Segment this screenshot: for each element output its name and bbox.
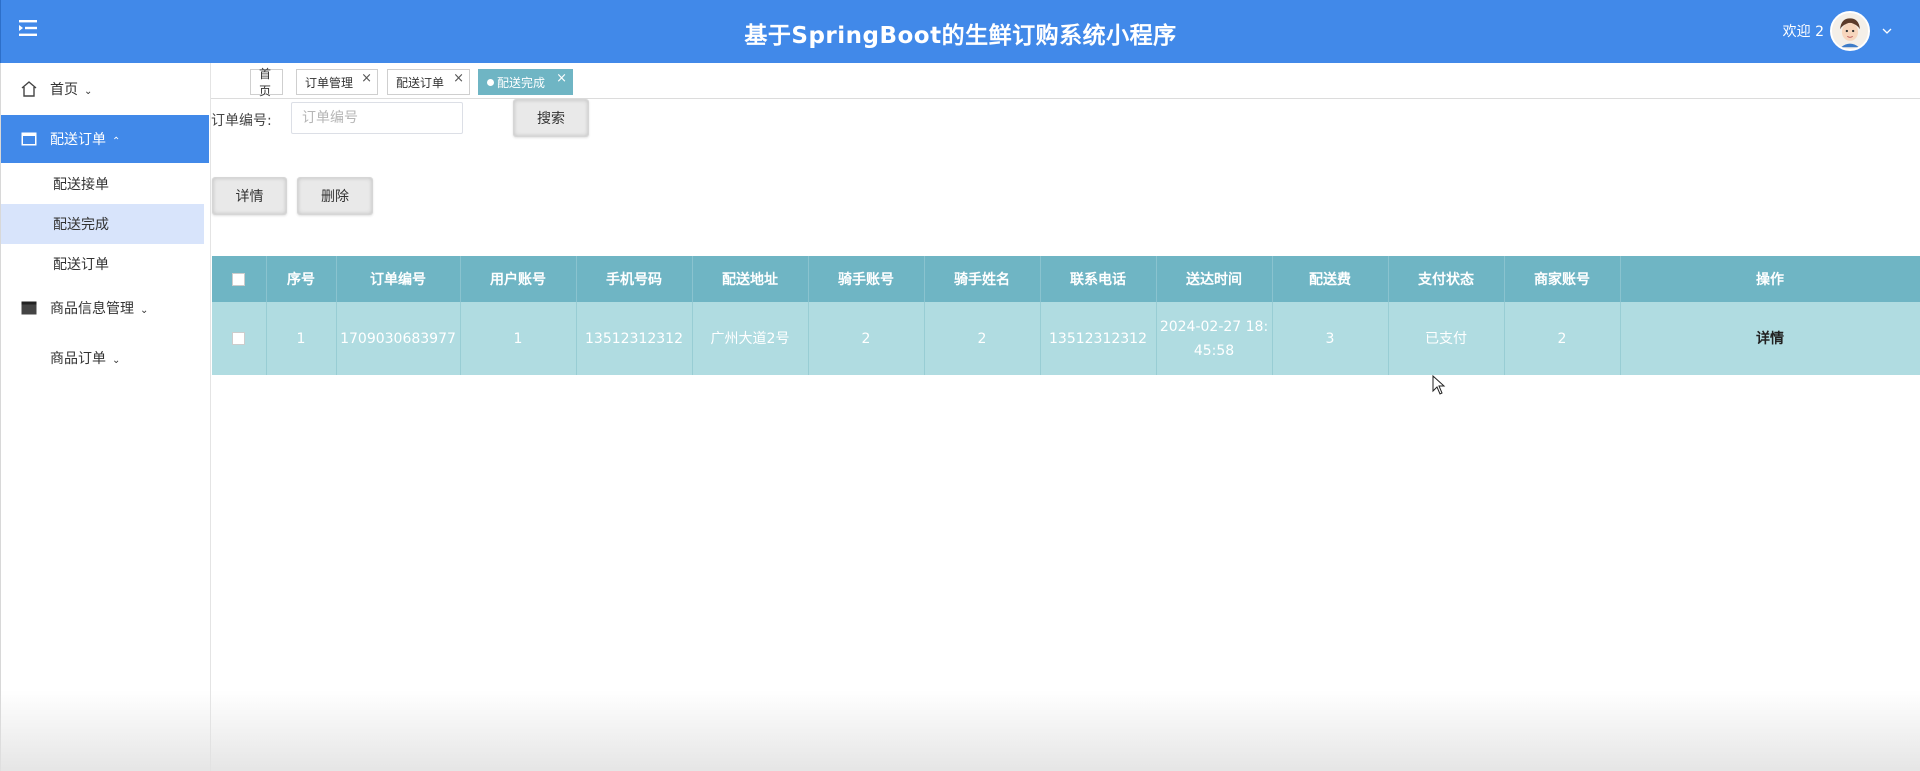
column-header[interactable]: 手机号码 (576, 256, 693, 302)
close-icon[interactable]: × (556, 71, 567, 86)
column-header[interactable]: 配送费 (1272, 256, 1389, 302)
column-header[interactable]: 支付状态 (1388, 256, 1505, 302)
tab-order-management[interactable]: 订单管理 × (296, 69, 378, 95)
column-header: 操作 (1620, 256, 1920, 302)
sidebar-item-home[interactable]: 首页 ⌄ (1, 65, 209, 113)
bottom-shadow (0, 690, 1920, 771)
cell-fee: 3 (1272, 302, 1389, 375)
sidebar-item-delivery-orders[interactable]: 配送订单 ⌃ (1, 115, 209, 163)
app-title: 基于SpringBoot的生鲜订购系统小程序 (744, 23, 1177, 49)
detail-link[interactable]: 详情 (1620, 302, 1920, 375)
sidebar: 首页 ⌄ 配送订单 ⌃ 配送接单 配送完成 配送订单 商品信息管理 ⌄ 商品订单 ⌄ (0, 63, 211, 771)
folder-icon (21, 301, 37, 315)
chevron-up-icon: ⌃ (112, 136, 121, 147)
sidebar-item-product-info[interactable]: 商品信息管理 ⌄ (1, 284, 209, 332)
column-header[interactable]: 商家账号 (1504, 256, 1621, 302)
chevron-down-icon: ⌄ (140, 305, 149, 316)
delivery-time-line1: 2024-02-27 18: (1159, 318, 1269, 335)
sidebar-item-product-orders[interactable]: 商品订单 ⌄ (1, 334, 209, 382)
column-header[interactable]: 订单编号 (336, 256, 461, 302)
cell-user: 1 (460, 302, 577, 375)
detail-button[interactable]: 详情 (212, 177, 287, 215)
delivery-time-line2: 45:58 (1193, 342, 1235, 359)
select-all-checkbox[interactable] (232, 272, 246, 286)
tab-bar: 首页 订单管理 × 配送订单 × 配送完成 × (211, 63, 1920, 99)
chevron-down-icon: ⌄ (112, 355, 121, 366)
tab-label: 首页 (259, 67, 272, 98)
search-button[interactable]: 搜索 (513, 99, 589, 137)
top-header: 基于SpringBoot的生鲜订购系统小程序 欢迎 2 (0, 0, 1920, 63)
column-header[interactable]: 骑手姓名 (924, 256, 1041, 302)
cell-index: 1 (266, 302, 337, 375)
tab-label: 配送订单 (396, 75, 445, 90)
table-header-row: 序号 订单编号 用户账号 手机号码 配送地址 骑手账号 骑手姓名 联系电话 送达… (212, 256, 1920, 302)
avatar[interactable] (1830, 11, 1870, 51)
tab-home[interactable]: 首页 (250, 67, 283, 98)
sidebar-subitem-completed[interactable]: 配送完成 (1, 204, 204, 244)
welcome-text: 欢迎 2 (1782, 24, 1824, 40)
sidebar-item-label: 首页 ⌄ (50, 82, 93, 98)
table-row[interactable]: 1 1709030683977 1 13512312312 广州大道2号 2 2… (212, 302, 1920, 375)
sidebar-item-label: 商品信息管理 ⌄ (50, 301, 149, 317)
home-icon (21, 81, 37, 97)
column-header[interactable]: 联系电话 (1040, 256, 1157, 302)
tab-label: 配送完成 (497, 75, 546, 90)
cell-rider-name: 2 (924, 302, 1041, 375)
sidebar-item-label: 配送订单 ⌃ (50, 132, 121, 148)
window-icon (21, 132, 37, 146)
user-menu[interactable]: 欢迎 2 (1783, 9, 1892, 53)
column-header[interactable]: 用户账号 (460, 256, 577, 302)
select-all-cell (212, 256, 267, 302)
tab-label: 订单管理 (305, 75, 354, 90)
tab-delivery-completed[interactable]: 配送完成 × (478, 69, 573, 95)
column-header[interactable]: 骑手账号 (808, 256, 925, 302)
mouse-cursor-icon (1432, 375, 1446, 395)
row-checkbox[interactable] (232, 332, 246, 345)
column-header[interactable]: 序号 (266, 256, 337, 302)
cell-phone: 13512312312 (576, 302, 693, 375)
active-dot-icon (487, 78, 494, 86)
cell-rider-account: 2 (808, 302, 925, 375)
search-label: 订单编号: (211, 113, 272, 129)
cell-order-no: 1709030683977 (336, 302, 461, 375)
chevron-down-icon: ⌄ (84, 86, 93, 97)
sidebar-item-label: 商品订单 ⌄ (50, 351, 121, 367)
tab-delivery-orders[interactable]: 配送订单 × (387, 69, 470, 95)
close-icon[interactable]: × (361, 71, 372, 86)
sidebar-subitem-accept[interactable]: 配送接单 (1, 164, 204, 204)
close-icon[interactable]: × (453, 71, 464, 86)
sidebar-subitem-orders[interactable]: 配送订单 (1, 244, 204, 284)
cell-delivery-time: 2024-02-27 18: 45:58 (1156, 302, 1273, 375)
orders-table: 序号 订单编号 用户账号 手机号码 配送地址 骑手账号 骑手姓名 联系电话 送达… (212, 256, 1920, 375)
column-header[interactable]: 送达时间 (1156, 256, 1273, 302)
chevron-down-icon[interactable] (1882, 27, 1892, 35)
row-select-cell (212, 302, 267, 375)
cell-contact: 13512312312 (1040, 302, 1157, 375)
delete-button[interactable]: 删除 (297, 177, 373, 215)
order-number-input[interactable] (291, 102, 463, 134)
column-header[interactable]: 配送地址 (692, 256, 809, 302)
cell-pay-status: 已支付 (1388, 302, 1505, 375)
cell-address: 广州大道2号 (692, 302, 809, 375)
cell-merchant: 2 (1504, 302, 1621, 375)
